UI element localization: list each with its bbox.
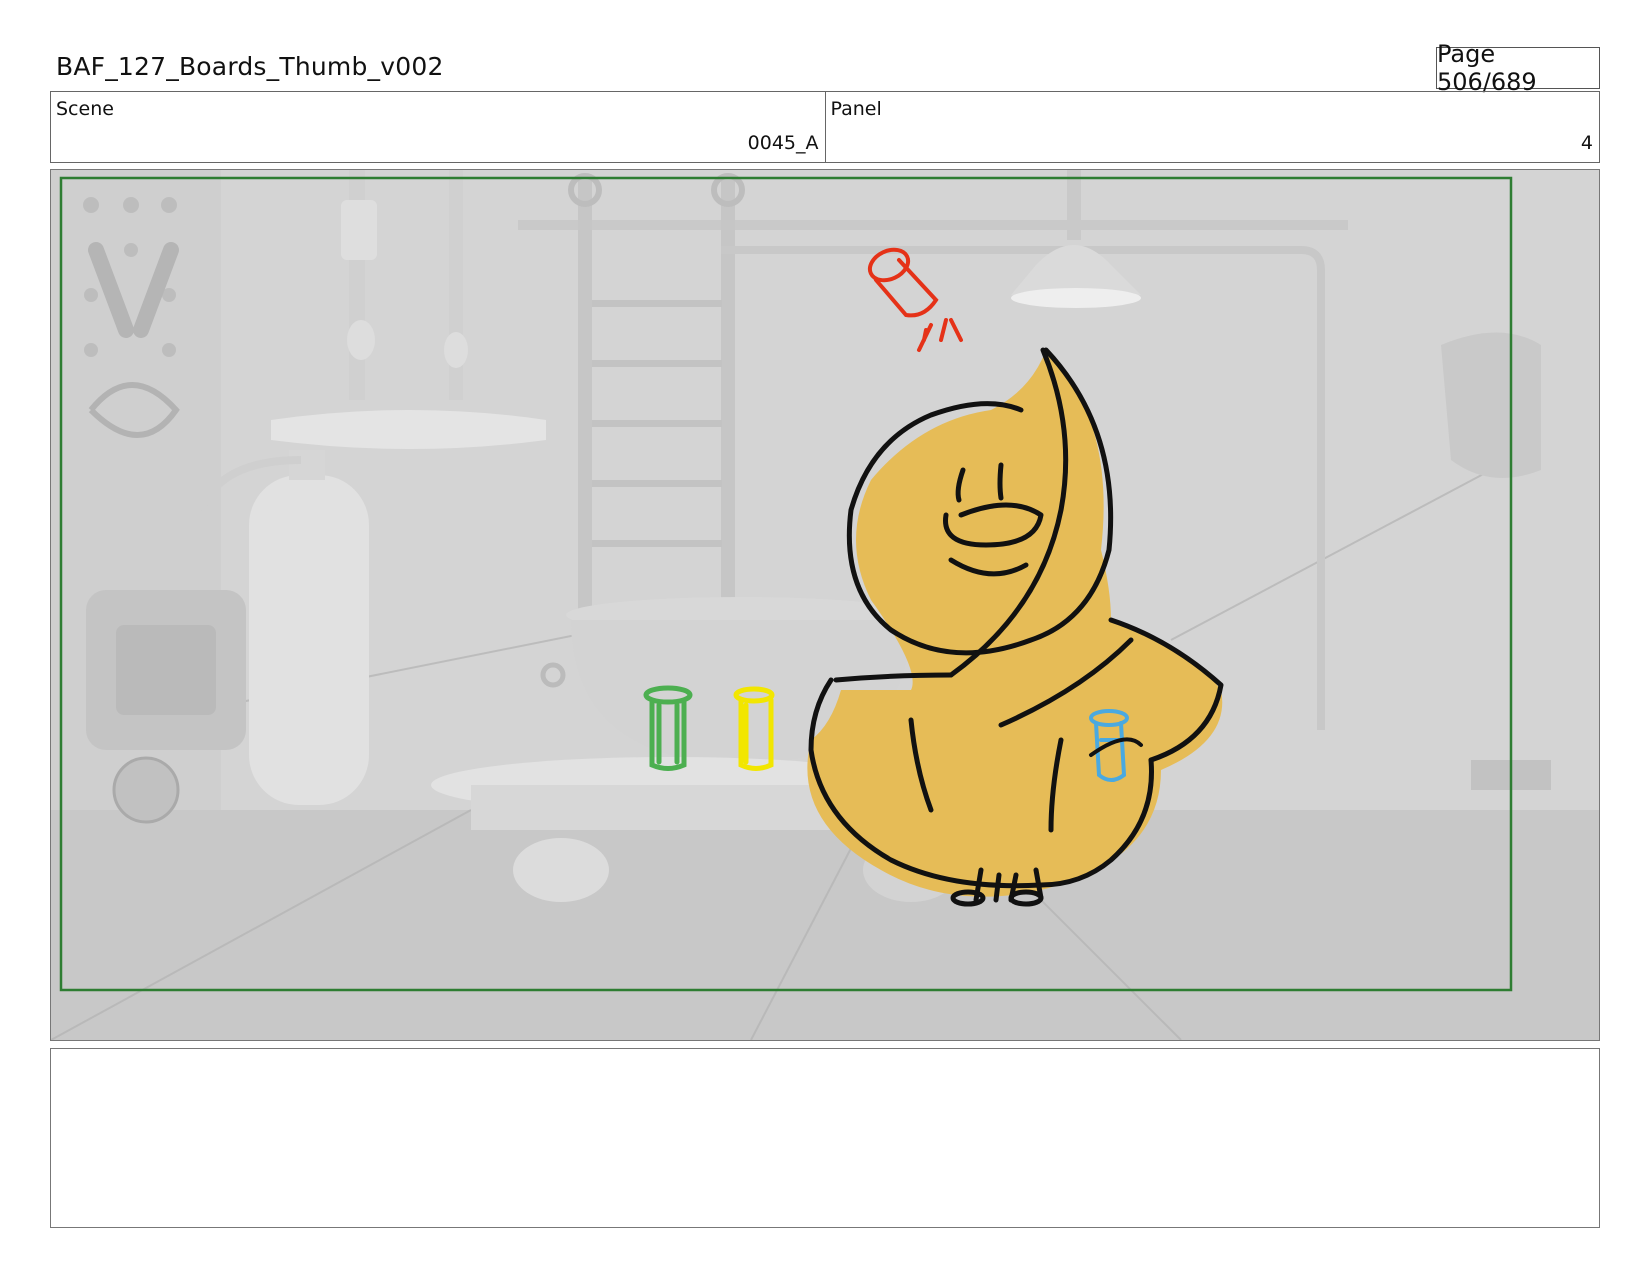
- panel-label: Panel: [830, 98, 882, 120]
- scene-cell: Scene 0045_A: [51, 92, 825, 162]
- notes-area: [50, 1048, 1600, 1228]
- document-title: BAF_127_Boards_Thumb_v002: [56, 52, 444, 81]
- storyboard-panel: [50, 169, 1600, 1041]
- background-set: [51, 170, 1599, 1040]
- scene-panel-info: Scene 0045_A Panel 4: [50, 91, 1600, 163]
- page-number: Page 506/689: [1436, 40, 1600, 96]
- storyboard-drawing: [51, 170, 1599, 1040]
- panel-value: 4: [1580, 132, 1593, 154]
- scene-label: Scene: [56, 98, 114, 120]
- scene-value: 0045_A: [747, 132, 819, 154]
- panel-cell: Panel 4: [824, 92, 1600, 162]
